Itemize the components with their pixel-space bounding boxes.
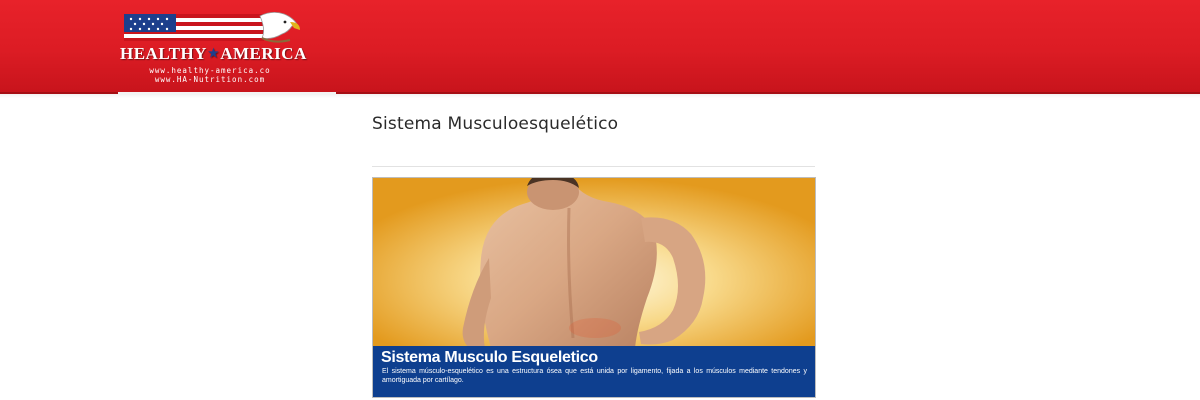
flag-eagle-emblem (124, 12, 300, 43)
article-banner: Sistema Musculo Esqueletico El sistema m… (372, 177, 816, 398)
brand-url-secondary: www.HA-Nutrition.com (154, 75, 266, 84)
brand-name-left: HEALTHY (120, 44, 207, 63)
brand-name-right: AMERICA (220, 44, 307, 63)
brand-url-primary: www.healthy-america.co (149, 66, 271, 75)
back-pain-illustration (373, 178, 815, 348)
nav-strip (118, 92, 336, 95)
caption-text: El sistema músculo-esquelético es una es… (382, 368, 807, 384)
banner-caption: Sistema Musculo Esqueletico El sistema m… (373, 346, 815, 397)
title-divider (372, 166, 815, 167)
page-title: Sistema Musculoesquelético (372, 114, 619, 134)
healthy-america-logo[interactable]: HEALTHY★AMERICA www.healthy-america.co w… (120, 8, 306, 84)
star-icon: ★ (207, 46, 220, 60)
brand-name: HEALTHY★AMERICA (120, 44, 306, 64)
site-header: HEALTHY★AMERICA www.healthy-america.co w… (0, 0, 1200, 94)
caption-title: Sistema Musculo Esqueletico (381, 349, 598, 366)
